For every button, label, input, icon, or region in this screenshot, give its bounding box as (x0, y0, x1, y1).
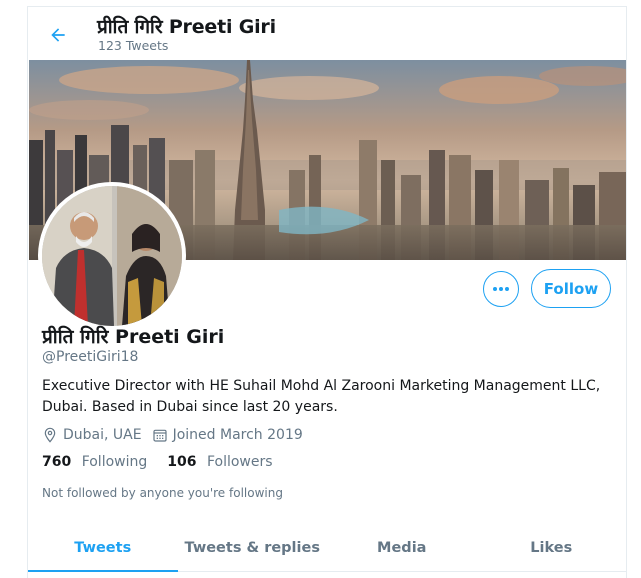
header-title: प्रीति गिरि Preeti Giri (97, 16, 276, 38)
followers-label: Followers (206, 454, 273, 470)
tab-media[interactable]: Media (327, 525, 477, 571)
profile-display-name: प्रीति गिरि Preeti Giri (42, 326, 225, 348)
header-tweet-count: 123 Tweets (98, 38, 169, 53)
tab-tweets[interactable]: Tweets (28, 525, 178, 572)
profile-page: प्रीति गिरि Preeti Giri 123 Tweets Follo… (27, 6, 627, 578)
following-label: Following (81, 454, 148, 470)
arrow-left-icon (51, 28, 65, 42)
tab-tweets-and-replies[interactable]: Tweets & replies (178, 525, 328, 571)
profile-handle: @PreetiGiri18 (42, 349, 139, 365)
following-count: 760 (42, 454, 72, 470)
profile-tabs: Tweets Tweets & replies Media Likes (28, 525, 626, 572)
calendar-icon (152, 429, 167, 442)
follow-button[interactable]: Follow (531, 269, 611, 308)
followers-count: 106 (167, 454, 197, 470)
profile-meta: Dubai, UAE Joined March 2019 (42, 424, 313, 446)
profile-joined: Joined March 2019 (152, 427, 303, 443)
follow-context-notice: Not followed by anyone you're following (42, 486, 283, 500)
more-options-button[interactable] (483, 271, 519, 307)
profile-header: प्रीति गिरि Preeti Giri 123 Tweets (28, 7, 626, 60)
profile-location: Dubai, UAE (42, 427, 142, 443)
back-button[interactable] (42, 19, 74, 51)
more-dots-icon (493, 287, 509, 291)
profile-avatar[interactable] (38, 182, 186, 330)
profile-stats: 760 Following 106 Followers (42, 454, 293, 470)
tab-likes[interactable]: Likes (477, 525, 627, 571)
location-pin-icon (44, 427, 56, 443)
location-text: Dubai, UAE (63, 427, 142, 443)
avatar-image (42, 186, 182, 326)
profile-bio: Executive Director with HE Suhail Mohd A… (42, 378, 601, 415)
following-link[interactable]: 760 Following (42, 454, 147, 470)
followers-link[interactable]: 106 Followers (167, 454, 272, 470)
joined-text: Joined March 2019 (172, 427, 303, 443)
